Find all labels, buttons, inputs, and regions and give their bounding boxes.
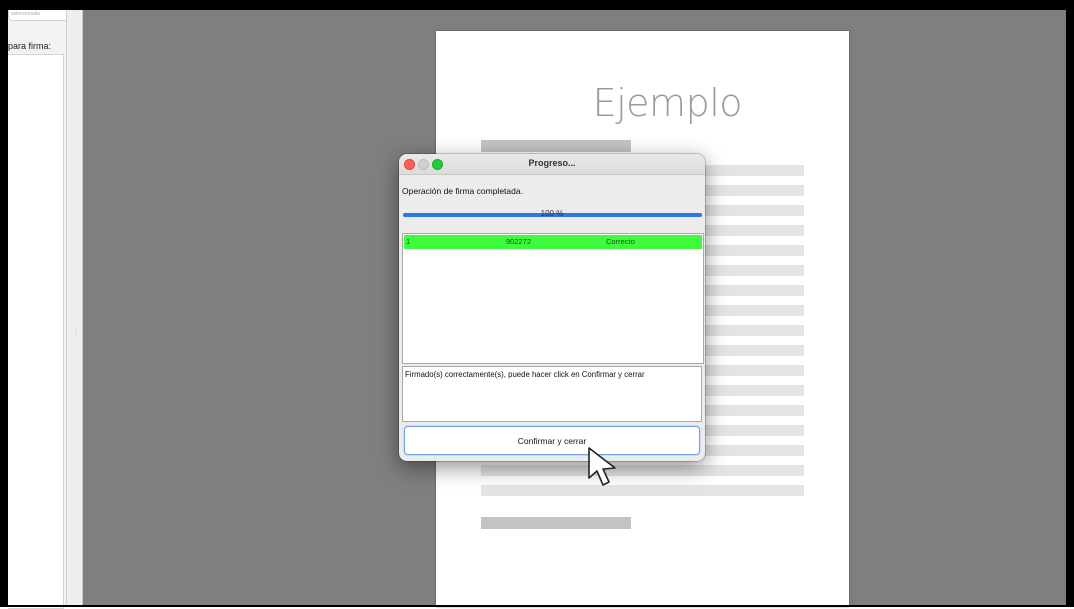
window-border-right (1066, 0, 1074, 607)
progress-percent: 100 % (540, 209, 564, 218)
document-heading-placeholder (481, 140, 631, 152)
document-text-line (481, 485, 804, 496)
mouse-pointer-icon (588, 447, 616, 486)
sign-list-label: para firma: (8, 41, 52, 51)
table-row[interactable]: 1 902272 Correcto (404, 235, 702, 249)
results-table[interactable]: 1 902272 Correcto (402, 233, 704, 364)
dialog-titlebar[interactable]: Progreso... (399, 154, 705, 175)
confirm-close-button[interactable]: Confirmar y cerrar (404, 426, 700, 455)
document-footer-placeholder (481, 517, 631, 529)
progress-dialog: Progreso... Operación de firma completad… (399, 154, 705, 461)
document-text-line (481, 465, 804, 476)
search-input[interactable]: seleccionado (8, 10, 70, 21)
row-index: 1 (406, 237, 411, 246)
window-border-top (0, 0, 1074, 10)
file-list[interactable] (8, 54, 64, 609)
document-title: Ejemplo (592, 81, 743, 125)
message-textarea[interactable]: Firmado(s) correctamente(s), puede hacer… (402, 366, 702, 422)
row-id: 902272 (506, 237, 532, 246)
panel-splitter[interactable]: ⋮ (66, 10, 81, 607)
grip-icon: ⋮ (72, 328, 80, 337)
status-text: Operación de firma completada. (402, 186, 523, 196)
window-border-left (0, 0, 8, 607)
dialog-title: Progreso... (528, 158, 576, 168)
row-status: Correcto (606, 237, 635, 246)
confirm-close-label: Confirmar y cerrar (517, 435, 587, 446)
